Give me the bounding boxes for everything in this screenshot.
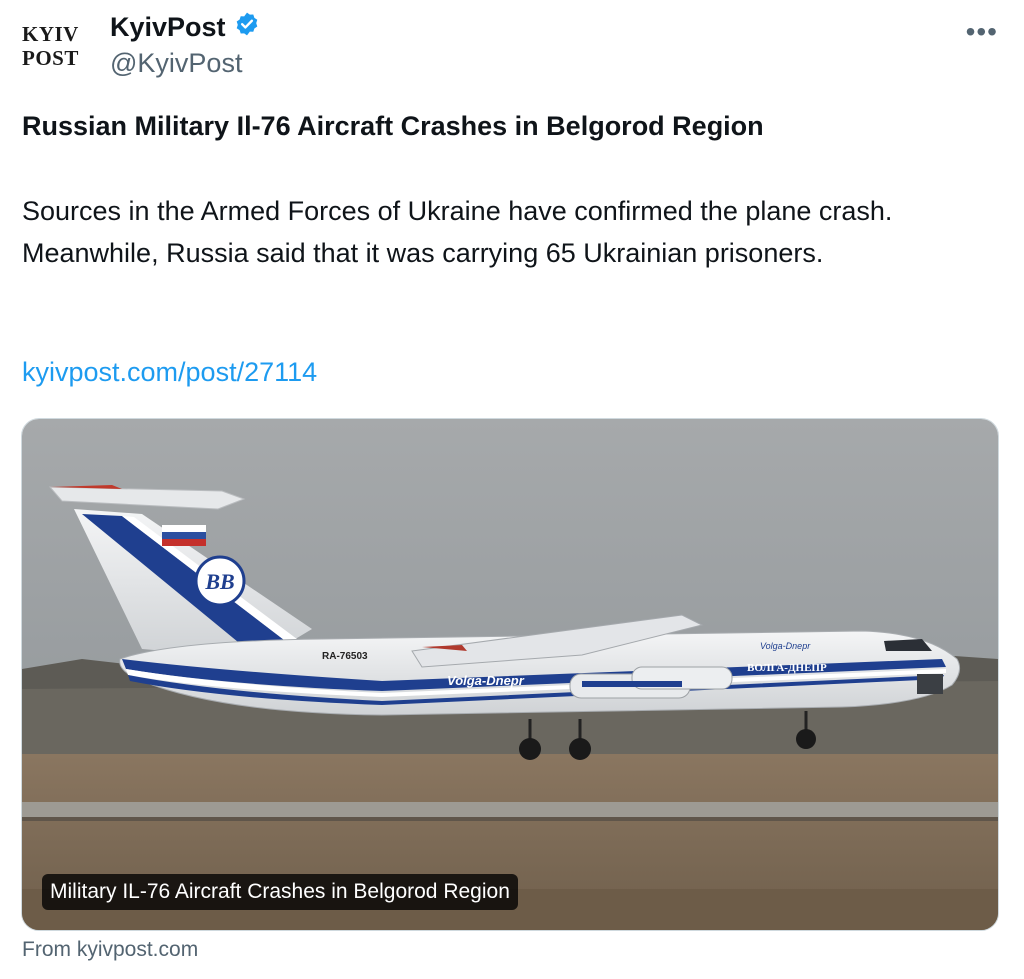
svg-text:RA-76503: RA-76503: [322, 651, 368, 662]
aircraft-photo: ВВ RA-76503 Volga-Dnepr Volga-Dnepr ВОЛГ…: [22, 419, 998, 930]
svg-text:Volga-Dnepr: Volga-Dnepr: [760, 641, 811, 651]
more-options-icon[interactable]: •••: [966, 16, 998, 48]
article-link[interactable]: kyivpost.com/post/27114: [22, 357, 317, 388]
author-name[interactable]: KyivPost: [110, 12, 226, 43]
author-block: KyivPost: [110, 12, 260, 43]
tweet-body: Sources in the Armed Forces of Ukraine h…: [22, 196, 893, 268]
svg-text:ВОЛГА-ДНЕПР: ВОЛГА-ДНЕПР: [747, 662, 827, 674]
card-caption[interactable]: Military IL-76 Aircraft Crashes in Belgo…: [42, 874, 518, 910]
svg-text:ВВ: ВВ: [204, 569, 234, 594]
kyivpost-logo[interactable]: KYIV POST: [22, 22, 92, 70]
logo-line-2: POST: [22, 46, 79, 70]
author-handle[interactable]: @KyivPost: [110, 48, 242, 79]
logo-line-1: KYIV: [22, 22, 79, 46]
card-source[interactable]: From kyivpost.com: [22, 938, 198, 962]
svg-text:Volga-Dnepr: Volga-Dnepr: [447, 673, 525, 688]
verified-badge-icon: [234, 11, 260, 42]
link-preview-card[interactable]: ВВ RA-76503 Volga-Dnepr Volga-Dnepr ВОЛГ…: [21, 418, 999, 931]
tweet-headline: Russian Military Il-76 Aircraft Crashes …: [22, 111, 764, 141]
